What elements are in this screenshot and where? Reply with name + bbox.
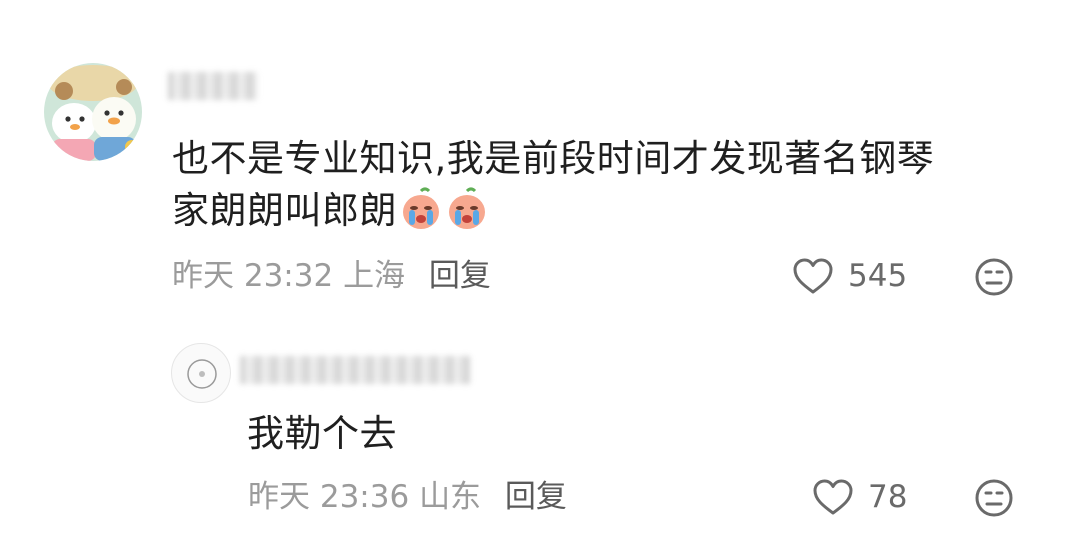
reply-location: 山东 <box>419 479 482 515</box>
dislike-neutral-face-icon[interactable] <box>974 478 1014 518</box>
comment-reply: 我勒个去 昨天 23:36 山东 回复 78 <box>0 0 1080 551</box>
reply-reply-button[interactable]: 回复 <box>505 479 567 515</box>
reply-meta: 昨天 23:36 山东 回复 <box>248 477 567 517</box>
reply-text: 我勒个去 <box>247 412 397 455</box>
heart-icon <box>813 479 853 515</box>
reply-like-button[interactable]: 78 <box>812 477 907 517</box>
avatar-placeholder-icon <box>187 359 217 389</box>
reply-time: 昨天 23:36 <box>248 479 410 515</box>
reply-like-count: 78 <box>868 479 908 515</box>
reply-username-blurred[interactable] <box>240 356 470 384</box>
reply-avatar[interactable] <box>171 343 231 403</box>
